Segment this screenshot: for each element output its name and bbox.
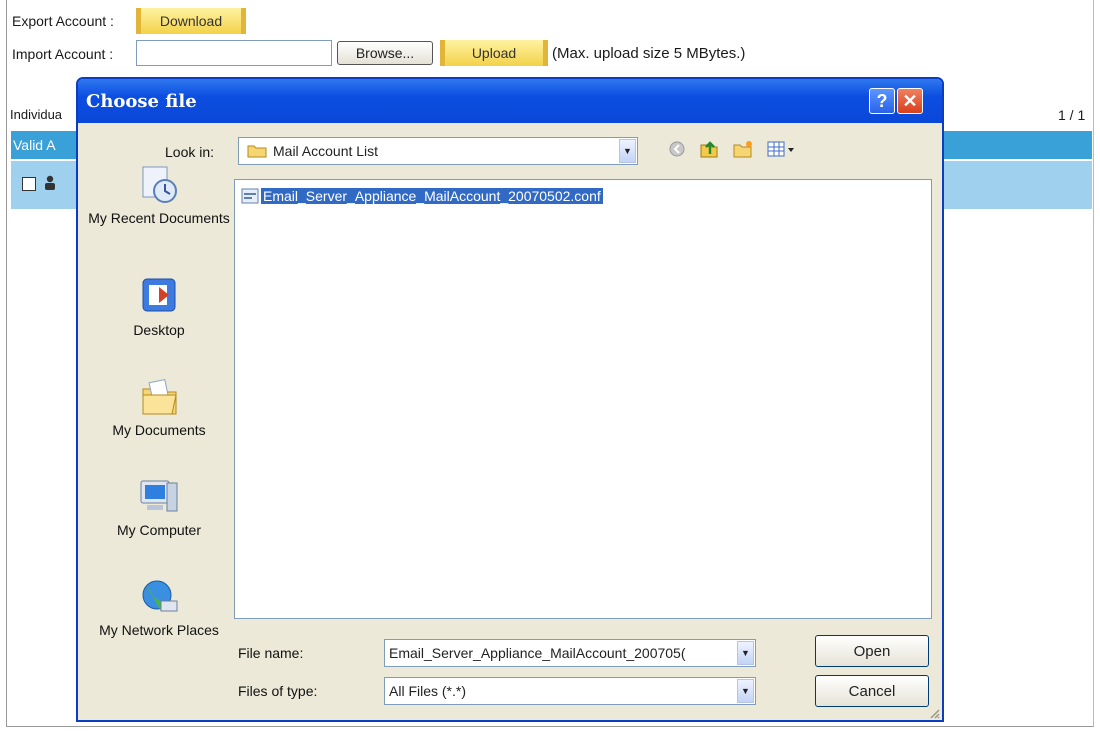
place-label: My Documents [112, 422, 206, 438]
open-button[interactable]: Open [815, 635, 929, 667]
my-computer-icon [137, 477, 181, 517]
back-icon[interactable] [666, 139, 688, 159]
place-my-documents[interactable]: My Documents [84, 377, 234, 440]
choose-file-dialog: Choose file ? ✕ Look in: Mail Account Li… [76, 77, 944, 722]
row-checkbox[interactable] [22, 177, 36, 191]
chevron-down-icon[interactable]: ▼ [737, 641, 754, 665]
close-button[interactable]: ✕ [897, 88, 923, 114]
files-of-type-dropdown[interactable]: All Files (*.*) ▼ [384, 677, 756, 705]
file-name-field[interactable]: Email_Server_Appliance_MailAccount_20070… [384, 639, 756, 667]
list-item[interactable]: Email_Server_Appliance_MailAccount_20070… [241, 186, 603, 206]
config-file-icon [241, 188, 259, 204]
valid-column-header: Valid A [13, 137, 56, 153]
import-account-label: Import Account : [12, 46, 114, 62]
import-file-input[interactable] [136, 40, 332, 66]
place-desktop[interactable]: Desktop [84, 277, 234, 340]
look-in-dropdown[interactable]: Mail Account List ▼ [238, 137, 638, 165]
download-button[interactable]: Download [136, 8, 246, 34]
files-of-type-value: All Files (*.*) [389, 683, 467, 699]
browse-button[interactable]: Browse... [337, 41, 433, 65]
upload-size-note: (Max. upload size 5 MBytes.) [552, 45, 746, 62]
dialog-title: Choose file [86, 91, 197, 112]
place-my-computer[interactable]: My Computer [84, 477, 234, 540]
recent-documents-icon [137, 165, 181, 205]
files-of-type-label: Files of type: [238, 683, 318, 699]
place-network-places[interactable]: My Network Places [84, 577, 234, 640]
my-documents-icon [137, 377, 181, 417]
resize-grip-icon[interactable] [928, 706, 940, 719]
place-label: My Recent Documents [88, 210, 230, 226]
chevron-down-icon[interactable]: ▼ [737, 679, 754, 703]
place-recent-documents[interactable]: My Recent Documents [84, 165, 234, 228]
cancel-button[interactable]: Cancel [815, 675, 929, 707]
upload-button[interactable]: Upload [440, 40, 548, 66]
pagination-text: 1 / 1 [1058, 107, 1086, 123]
export-account-label: Export Account : [12, 13, 114, 29]
file-list[interactable]: Email_Server_Appliance_MailAccount_20070… [234, 179, 932, 619]
help-icon: ? [876, 90, 888, 111]
file-name-value: Email_Server_Appliance_MailAccount_20070… [389, 645, 686, 661]
view-menu-icon[interactable] [766, 139, 796, 159]
look-in-label: Look in: [165, 144, 215, 160]
chevron-down-icon[interactable]: ▼ [619, 139, 636, 163]
file-name-label: File name: [238, 645, 304, 661]
network-places-icon [137, 577, 181, 617]
user-icon [44, 175, 56, 191]
help-button[interactable]: ? [869, 88, 895, 114]
place-label: My Computer [116, 522, 202, 538]
section-label: Individua [10, 107, 63, 122]
up-folder-icon[interactable] [698, 139, 720, 159]
place-label: Desktop [133, 322, 185, 338]
place-label: My Network Places [99, 622, 219, 638]
look-in-value: Mail Account List [273, 143, 379, 159]
close-icon: ✕ [902, 90, 918, 111]
folder-icon [247, 144, 267, 158]
dialog-title-bar: Choose file ? ✕ [78, 79, 942, 123]
file-name: Email_Server_Appliance_MailAccount_20070… [261, 188, 603, 204]
desktop-icon [137, 277, 181, 317]
new-folder-icon[interactable] [732, 139, 754, 159]
